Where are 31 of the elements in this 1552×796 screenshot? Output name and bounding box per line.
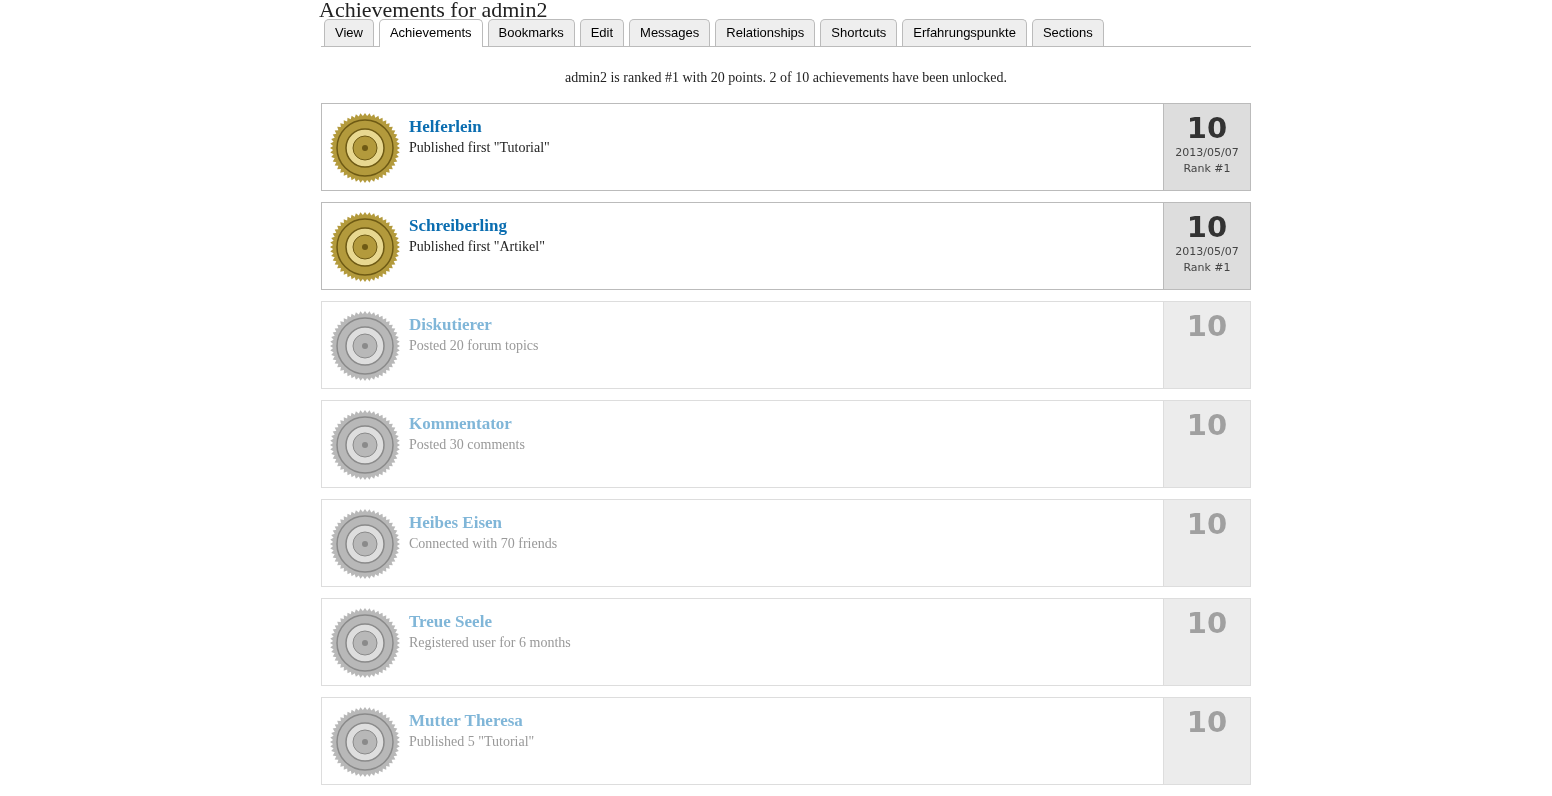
- points-value: 10: [1186, 309, 1228, 343]
- tab[interactable]: Messages: [629, 19, 711, 46]
- tab[interactable]: Achievements: [378, 19, 483, 47]
- points-value: 10: [1186, 210, 1228, 244]
- points-value: 10: [1186, 705, 1228, 739]
- tab[interactable]: Shortcuts: [820, 19, 898, 46]
- achievement-description: Posted 20 forum topics: [409, 337, 539, 355]
- achievement-description: Posted 30 comments: [409, 436, 525, 454]
- points-value: 10: [1186, 111, 1228, 145]
- points-value: 10: [1186, 408, 1228, 442]
- ranking-summary: admin2 is ranked #1 with 20 points. 2 of 10 achievements have been unlocked.: [564, 69, 1008, 87]
- tab[interactable]: Bookmarks: [487, 19, 575, 46]
- tab[interactable]: Sections: [1031, 19, 1104, 46]
- unlock-date: 2013/05/07: [1175, 145, 1239, 161]
- tab[interactable]: View: [324, 19, 374, 46]
- unlock-rank: Rank #1: [1183, 260, 1231, 276]
- points-value: 10: [1186, 507, 1228, 541]
- achievement-title[interactable]: Schreiberling: [409, 215, 507, 237]
- tab[interactable]: Edit: [579, 19, 625, 46]
- points-value: 10: [1186, 606, 1228, 640]
- achievement-description: Published 5 "Tutorial": [409, 733, 535, 751]
- tab[interactable]: Relationships: [715, 19, 816, 46]
- achievement-description: Published first "Tutorial": [409, 139, 550, 157]
- tab[interactable]: Erfahrungspunkte: [902, 19, 1027, 46]
- unlock-rank: Rank #1: [1183, 161, 1231, 177]
- achievement-description: Published first "Artikel": [409, 238, 545, 256]
- unlock-date: 2013/05/07: [1175, 244, 1239, 260]
- achievement-title[interactable]: Helferlein: [409, 116, 482, 138]
- achievement-description: Connected with 70 friends: [409, 535, 558, 553]
- page-title: Achievements for admin2: [319, 0, 549, 19]
- achievement-description: Registered user for 6 months: [409, 634, 571, 652]
